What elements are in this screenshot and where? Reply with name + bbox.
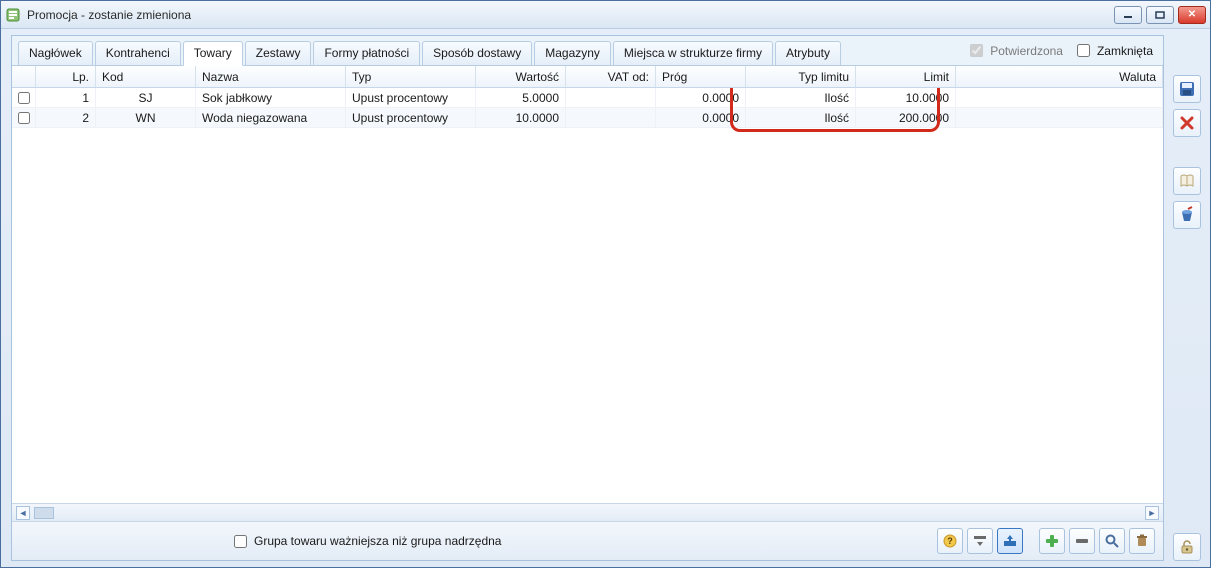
lock-button[interactable] — [1173, 533, 1201, 561]
group-priority-checkbox[interactable]: Grupa towaru ważniejsza niż grupa nadrzę… — [230, 532, 501, 551]
closed-label: Zamknięta — [1097, 44, 1153, 58]
side-toolbar — [1170, 35, 1204, 561]
col-nazwa[interactable]: Nazwa — [196, 66, 346, 87]
bucket-button[interactable] — [1173, 201, 1201, 229]
confirmed-checkbox: Potwierdzona — [966, 41, 1063, 60]
table-row[interactable]: 2 WN Woda niegazowana Upust procentowy 1… — [12, 108, 1163, 128]
closed-checkbox[interactable]: Zamknięta — [1073, 41, 1153, 60]
delete-icon — [1178, 114, 1196, 132]
col-waluta[interactable]: Waluta — [956, 66, 1163, 87]
help-button[interactable]: ? — [937, 528, 963, 554]
col-checkbox — [12, 66, 36, 87]
cell-prog: 0.0000 — [656, 108, 746, 127]
tab-formy-platnosci[interactable]: Formy płatności — [313, 41, 420, 65]
row-checkbox[interactable] — [12, 108, 36, 127]
confirmed-label: Potwierdzona — [990, 44, 1063, 58]
tab-magazyny[interactable]: Magazyny — [534, 41, 611, 65]
col-typ[interactable]: Typ — [346, 66, 476, 87]
search-icon — [1104, 533, 1120, 549]
col-wartosc[interactable]: Wartość — [476, 66, 566, 87]
lock-open-icon — [1178, 538, 1196, 556]
save-button[interactable] — [1173, 75, 1201, 103]
scroll-left-icon[interactable]: ◄ — [16, 506, 30, 520]
cell-kod: WN — [96, 108, 196, 127]
scroll-right-icon[interactable]: ► — [1145, 506, 1159, 520]
horizontal-scrollbar[interactable]: ◄ ► — [12, 503, 1163, 521]
tab-atrybuty[interactable]: Atrybuty — [775, 41, 841, 65]
grid-body: 1 SJ Sok jabłkowy Upust procentowy 5.000… — [12, 88, 1163, 503]
cell-vatod — [566, 108, 656, 127]
col-lp[interactable]: Lp. — [36, 66, 96, 87]
cell-lp: 2 — [36, 108, 96, 127]
cell-nazwa: Sok jabłkowy — [196, 88, 346, 107]
cell-wartosc: 5.0000 — [476, 88, 566, 107]
cell-nazwa: Woda niegazowana — [196, 108, 346, 127]
col-prog[interactable]: Próg — [656, 66, 746, 87]
svg-text:?: ? — [947, 536, 953, 546]
cell-typ: Upust procentowy — [346, 108, 476, 127]
group-priority-label: Grupa towaru ważniejsza niż grupa nadrzę… — [254, 534, 501, 548]
tab-kontrahenci[interactable]: Kontrahenci — [95, 41, 181, 65]
save-icon — [1178, 80, 1196, 98]
tab-naglowek[interactable]: Nagłówek — [18, 41, 93, 65]
tab-zestawy[interactable]: Zestawy — [245, 41, 312, 65]
cell-kod: SJ — [96, 88, 196, 107]
tabs-bar: Nagłówek Kontrahenci Towary Zestawy Form… — [12, 36, 1163, 66]
options-button[interactable] — [967, 528, 993, 554]
cell-waluta — [956, 108, 1163, 127]
app-window: Promocja - zostanie zmieniona ✕ Nagłówek… — [0, 0, 1211, 568]
minimize-button[interactable] — [1114, 6, 1142, 24]
book-icon — [1178, 172, 1196, 190]
cell-vatod — [566, 88, 656, 107]
maximize-button[interactable] — [1146, 6, 1174, 24]
cell-waluta — [956, 88, 1163, 107]
book-button[interactable] — [1173, 167, 1201, 195]
row-checkbox[interactable] — [12, 88, 36, 107]
tab-towary[interactable]: Towary — [183, 41, 243, 66]
add-icon — [1044, 533, 1060, 549]
main-panel: Nagłówek Kontrahenci Towary Zestawy Form… — [11, 35, 1164, 561]
delete-button[interactable] — [1173, 109, 1201, 137]
close-button[interactable]: ✕ — [1178, 6, 1206, 24]
scroll-thumb[interactable] — [34, 507, 54, 519]
trash-button[interactable] — [1129, 528, 1155, 554]
grid: Lp. Kod Nazwa Typ Wartość VAT od: Próg T… — [12, 66, 1163, 560]
col-limit[interactable]: Limit — [856, 66, 956, 87]
window-title: Promocja - zostanie zmieniona — [27, 8, 1114, 22]
tab-sposob-dostawy[interactable]: Sposób dostawy — [422, 41, 532, 65]
bucket-icon — [1178, 206, 1196, 224]
cell-lp: 1 — [36, 88, 96, 107]
cell-typ-limitu: Ilość — [746, 108, 856, 127]
cell-wartosc: 10.0000 — [476, 108, 566, 127]
app-icon — [5, 7, 21, 23]
cell-prog: 0.0000 — [656, 88, 746, 107]
grid-header: Lp. Kod Nazwa Typ Wartość VAT od: Próg T… — [12, 66, 1163, 88]
cell-typ: Upust procentowy — [346, 88, 476, 107]
tab-miejsca[interactable]: Miejsca w strukturze firmy — [613, 41, 773, 65]
footer-bar: Grupa towaru ważniejsza niż grupa nadrzę… — [12, 521, 1163, 560]
col-kod[interactable]: Kod — [96, 66, 196, 87]
export-button[interactable] — [997, 528, 1023, 554]
export-icon — [1002, 533, 1018, 549]
cell-typ-limitu: Ilość — [746, 88, 856, 107]
col-typ-limitu[interactable]: Typ limitu — [746, 66, 856, 87]
search-button[interactable] — [1099, 528, 1125, 554]
remove-icon — [1074, 533, 1090, 549]
table-row[interactable]: 1 SJ Sok jabłkowy Upust procentowy 5.000… — [12, 88, 1163, 108]
options-icon — [972, 533, 988, 549]
help-icon: ? — [942, 533, 958, 549]
col-vatod[interactable]: VAT od: — [566, 66, 656, 87]
add-button[interactable] — [1039, 528, 1065, 554]
remove-button[interactable] — [1069, 528, 1095, 554]
cell-limit: 200.0000 — [856, 108, 956, 127]
cell-limit: 10.0000 — [856, 88, 956, 107]
trash-icon — [1134, 533, 1150, 549]
titlebar: Promocja - zostanie zmieniona ✕ — [1, 1, 1210, 29]
